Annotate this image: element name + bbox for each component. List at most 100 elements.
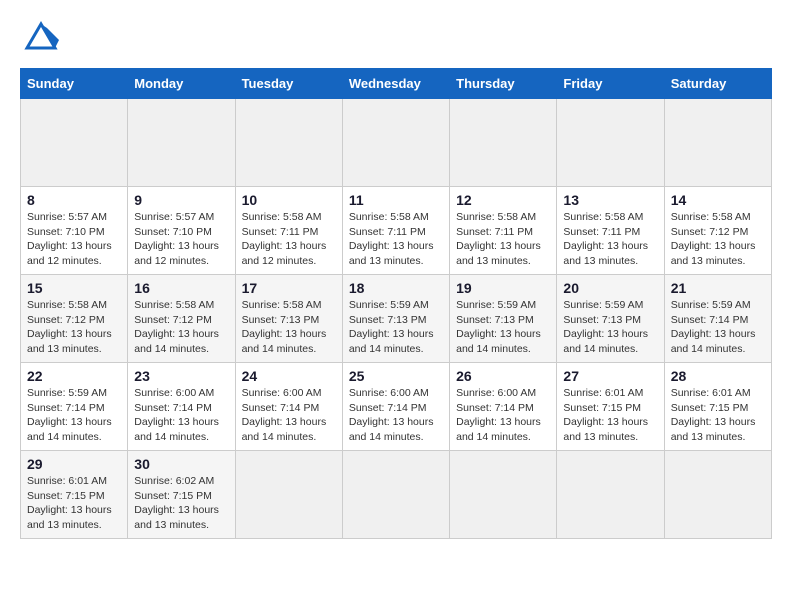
weekday-header-sunday: Sunday (21, 69, 128, 99)
daylight: Daylight: 13 hours and 13 minutes. (671, 240, 756, 267)
calendar-cell (450, 99, 557, 187)
day-number: 16 (134, 280, 228, 296)
sunrise: Sunrise: 6:00 AM (456, 387, 536, 399)
day-number: 8 (27, 192, 121, 208)
sunrise: Sunrise: 5:58 AM (349, 211, 429, 223)
sunset: Sunset: 7:13 PM (563, 314, 641, 326)
day-info: Sunrise: 5:57 AM Sunset: 7:10 PM Dayligh… (27, 210, 121, 269)
weekday-row: SundayMondayTuesdayWednesdayThursdayFrid… (21, 69, 772, 99)
daylight: Daylight: 13 hours and 14 minutes. (456, 416, 541, 443)
day-info: Sunrise: 5:58 AM Sunset: 7:11 PM Dayligh… (563, 210, 657, 269)
day-number: 14 (671, 192, 765, 208)
day-number: 9 (134, 192, 228, 208)
day-info: Sunrise: 5:58 AM Sunset: 7:11 PM Dayligh… (242, 210, 336, 269)
sunset: Sunset: 7:10 PM (134, 226, 212, 238)
daylight: Daylight: 13 hours and 14 minutes. (242, 416, 327, 443)
day-info: Sunrise: 5:57 AM Sunset: 7:10 PM Dayligh… (134, 210, 228, 269)
calendar-table: SundayMondayTuesdayWednesdayThursdayFrid… (20, 68, 772, 539)
weekday-header-monday: Monday (128, 69, 235, 99)
page-header (20, 20, 772, 52)
sunrise: Sunrise: 5:58 AM (456, 211, 536, 223)
sunrise: Sunrise: 6:02 AM (134, 475, 214, 487)
daylight: Daylight: 13 hours and 14 minutes. (349, 328, 434, 355)
sunrise: Sunrise: 6:01 AM (671, 387, 751, 399)
daylight: Daylight: 13 hours and 13 minutes. (563, 416, 648, 443)
sunrise: Sunrise: 5:58 AM (27, 299, 107, 311)
calendar-cell: 18 Sunrise: 5:59 AM Sunset: 7:13 PM Dayl… (342, 275, 449, 363)
daylight: Daylight: 13 hours and 14 minutes. (456, 328, 541, 355)
daylight: Daylight: 13 hours and 13 minutes. (563, 240, 648, 267)
logo-icon (23, 20, 59, 52)
calendar-cell (664, 451, 771, 539)
sunset: Sunset: 7:14 PM (134, 402, 212, 414)
day-number: 13 (563, 192, 657, 208)
calendar-cell: 15 Sunrise: 5:58 AM Sunset: 7:12 PM Dayl… (21, 275, 128, 363)
sunset: Sunset: 7:10 PM (27, 226, 105, 238)
daylight: Daylight: 13 hours and 14 minutes. (563, 328, 648, 355)
day-info: Sunrise: 5:59 AM Sunset: 7:13 PM Dayligh… (456, 298, 550, 357)
day-number: 30 (134, 456, 228, 472)
day-info: Sunrise: 5:58 AM Sunset: 7:13 PM Dayligh… (242, 298, 336, 357)
day-number: 15 (27, 280, 121, 296)
sunrise: Sunrise: 6:00 AM (242, 387, 322, 399)
day-info: Sunrise: 5:59 AM Sunset: 7:13 PM Dayligh… (563, 298, 657, 357)
calendar-header: SundayMondayTuesdayWednesdayThursdayFrid… (21, 69, 772, 99)
calendar-cell: 24 Sunrise: 6:00 AM Sunset: 7:14 PM Dayl… (235, 363, 342, 451)
day-info: Sunrise: 5:58 AM Sunset: 7:11 PM Dayligh… (456, 210, 550, 269)
day-number: 23 (134, 368, 228, 384)
day-info: Sunrise: 5:59 AM Sunset: 7:14 PM Dayligh… (27, 386, 121, 445)
sunrise: Sunrise: 5:58 AM (242, 299, 322, 311)
day-number: 22 (27, 368, 121, 384)
day-info: Sunrise: 6:01 AM Sunset: 7:15 PM Dayligh… (671, 386, 765, 445)
day-info: Sunrise: 6:00 AM Sunset: 7:14 PM Dayligh… (134, 386, 228, 445)
day-number: 12 (456, 192, 550, 208)
calendar-cell (557, 451, 664, 539)
calendar-cell: 30 Sunrise: 6:02 AM Sunset: 7:15 PM Dayl… (128, 451, 235, 539)
weekday-header-tuesday: Tuesday (235, 69, 342, 99)
calendar-cell (128, 99, 235, 187)
daylight: Daylight: 13 hours and 14 minutes. (134, 416, 219, 443)
day-info: Sunrise: 5:59 AM Sunset: 7:14 PM Dayligh… (671, 298, 765, 357)
calendar-cell (235, 99, 342, 187)
sunset: Sunset: 7:15 PM (27, 490, 105, 502)
sunrise: Sunrise: 6:01 AM (27, 475, 107, 487)
sunrise: Sunrise: 5:59 AM (671, 299, 751, 311)
daylight: Daylight: 13 hours and 14 minutes. (134, 328, 219, 355)
daylight: Daylight: 13 hours and 14 minutes. (27, 416, 112, 443)
day-info: Sunrise: 6:02 AM Sunset: 7:15 PM Dayligh… (134, 474, 228, 533)
sunrise: Sunrise: 6:00 AM (134, 387, 214, 399)
sunset: Sunset: 7:15 PM (134, 490, 212, 502)
sunrise: Sunrise: 6:00 AM (349, 387, 429, 399)
sunset: Sunset: 7:12 PM (27, 314, 105, 326)
calendar-cell: 20 Sunrise: 5:59 AM Sunset: 7:13 PM Dayl… (557, 275, 664, 363)
day-number: 10 (242, 192, 336, 208)
sunset: Sunset: 7:13 PM (456, 314, 534, 326)
day-info: Sunrise: 5:58 AM Sunset: 7:11 PM Dayligh… (349, 210, 443, 269)
sunset: Sunset: 7:14 PM (349, 402, 427, 414)
day-info: Sunrise: 5:58 AM Sunset: 7:12 PM Dayligh… (134, 298, 228, 357)
day-info: Sunrise: 6:00 AM Sunset: 7:14 PM Dayligh… (242, 386, 336, 445)
week-row-2: 8 Sunrise: 5:57 AM Sunset: 7:10 PM Dayli… (21, 187, 772, 275)
sunrise: Sunrise: 5:59 AM (456, 299, 536, 311)
calendar-cell: 17 Sunrise: 5:58 AM Sunset: 7:13 PM Dayl… (235, 275, 342, 363)
calendar-cell: 13 Sunrise: 5:58 AM Sunset: 7:11 PM Dayl… (557, 187, 664, 275)
day-number: 20 (563, 280, 657, 296)
daylight: Daylight: 13 hours and 13 minutes. (456, 240, 541, 267)
daylight: Daylight: 13 hours and 14 minutes. (671, 328, 756, 355)
calendar-cell: 21 Sunrise: 5:59 AM Sunset: 7:14 PM Dayl… (664, 275, 771, 363)
sunrise: Sunrise: 5:58 AM (563, 211, 643, 223)
day-info: Sunrise: 6:00 AM Sunset: 7:14 PM Dayligh… (456, 386, 550, 445)
sunset: Sunset: 7:14 PM (27, 402, 105, 414)
calendar-cell: 9 Sunrise: 5:57 AM Sunset: 7:10 PM Dayli… (128, 187, 235, 275)
calendar-cell: 23 Sunrise: 6:00 AM Sunset: 7:14 PM Dayl… (128, 363, 235, 451)
weekday-header-thursday: Thursday (450, 69, 557, 99)
day-number: 28 (671, 368, 765, 384)
calendar-cell: 19 Sunrise: 5:59 AM Sunset: 7:13 PM Dayl… (450, 275, 557, 363)
logo (20, 20, 59, 52)
daylight: Daylight: 13 hours and 13 minutes. (134, 504, 219, 531)
daylight: Daylight: 13 hours and 12 minutes. (27, 240, 112, 267)
daylight: Daylight: 13 hours and 14 minutes. (349, 416, 434, 443)
calendar-cell (235, 451, 342, 539)
daylight: Daylight: 13 hours and 12 minutes. (242, 240, 327, 267)
daylight: Daylight: 13 hours and 13 minutes. (349, 240, 434, 267)
